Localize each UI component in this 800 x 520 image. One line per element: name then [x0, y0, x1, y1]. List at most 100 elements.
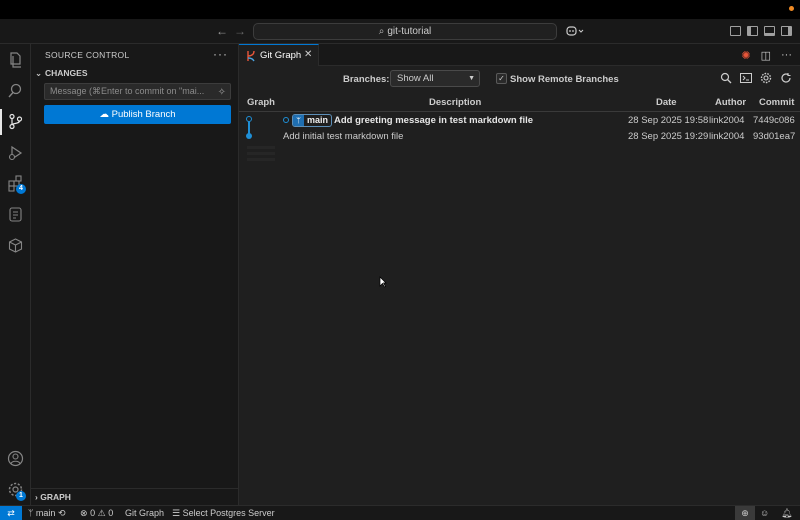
branches-label: Branches: — [343, 74, 390, 85]
branch-name: main — [35, 508, 56, 518]
show-remote-branches-label[interactable]: Show Remote Branches — [510, 74, 619, 85]
status-bar: ⇄ ᛘ main ⟲ ⊗ 0 ⚠ 0 Git Graph ☰ Select Po… — [0, 505, 800, 520]
tab-git-graph[interactable]: Git Graph ✕ — [239, 44, 319, 66]
branch-icon: ᛘ — [28, 508, 34, 518]
tab-bar: Git Graph ✕ ✺ ◫ ··· — [239, 44, 800, 66]
cloud-upload-icon: ☁ — [99, 109, 109, 120]
postgres-status[interactable]: ☰ Select Postgres Server — [172, 508, 275, 519]
warning-count: 0 — [108, 508, 114, 518]
split-editor-icon[interactable]: ◫ — [761, 49, 771, 62]
active-indicator — [0, 109, 2, 135]
sidebar-title: SOURCE CONTROL — [45, 50, 130, 60]
commit-date: 28 Sep 2025 19:29 — [628, 131, 709, 142]
ai-sparkle-icon[interactable]: ✺ — [741, 49, 750, 62]
commit-hash: 93d01ea7 — [753, 131, 796, 142]
date-column-header: Date — [656, 97, 677, 108]
editor-area: Git Graph ✕ ✺ ◫ ··· Branches: Show All ▼… — [239, 44, 800, 505]
git-graph-controls: Branches: Show All ▼ ✓ Show Remote Branc… — [239, 66, 800, 93]
description-column-header: Description — [429, 97, 482, 108]
settings-badge: 1 — [16, 491, 26, 501]
more-actions-icon[interactable]: ··· — [213, 47, 228, 61]
graph-section-label: GRAPH — [40, 492, 71, 502]
workspace-name: git-tutorial — [387, 26, 432, 37]
publish-branch-label: Publish Branch — [111, 109, 176, 120]
commit-hash: 7449c086 — [753, 115, 795, 126]
branches-value: Show All — [397, 73, 434, 84]
arrow-left-icon[interactable]: ← — [216, 24, 228, 38]
dropdown-caret-icon: ▼ — [468, 75, 475, 82]
package-icon[interactable] — [7, 237, 24, 254]
arrow-right-icon[interactable]: → — [234, 24, 246, 38]
search-icon: ⌕ — [378, 26, 385, 37]
extensions-badge: 4 — [16, 184, 26, 194]
commit-message-placeholder: Message (⌘Enter to commit on "mai... — [50, 86, 205, 96]
commit-description: Add initial test markdown file — [283, 131, 404, 142]
database-icon: ☰ — [172, 508, 181, 518]
copilot-status-icon[interactable]: ☺ — [760, 508, 769, 518]
head-indicator — [283, 117, 289, 123]
title-bar: ← → ⌕ git-tutorial — [0, 19, 800, 44]
tab-label: Git Graph — [260, 50, 302, 61]
sparkle-icon[interactable]: ✧ — [218, 85, 226, 99]
source-control-icon[interactable] — [7, 113, 24, 130]
publish-branch-button[interactable]: ☁ Publish Branch — [44, 105, 231, 124]
graph-placeholder — [247, 146, 275, 161]
refresh-icon[interactable] — [780, 72, 792, 84]
more-actions-icon[interactable]: ··· — [781, 49, 792, 62]
find-icon[interactable] — [720, 72, 732, 84]
toggle-panel-icon[interactable] — [764, 26, 775, 36]
graph-section-header[interactable]: › GRAPH — [35, 492, 71, 502]
activity-bar: 4 1 — [0, 44, 31, 505]
toggle-primary-sidebar-icon[interactable] — [747, 26, 758, 36]
changes-label: CHANGES — [45, 68, 88, 78]
commit-table-header: Graph Description Date Author Commit — [239, 93, 800, 112]
error-count: 0 — [90, 508, 96, 518]
changes-section-header[interactable]: ⌄ CHANGES — [35, 68, 88, 79]
sync-icon: ⟲ — [57, 508, 66, 518]
run-debug-icon[interactable] — [7, 144, 24, 161]
source-control-sidebar: SOURCE CONTROL ··· ⌄ CHANGES Message (⌘En… — [31, 44, 239, 505]
commit-date: 28 Sep 2025 19:58 — [628, 115, 709, 126]
chevron-right-icon: › — [35, 492, 38, 502]
command-center-search[interactable]: ⌕ git-tutorial — [253, 23, 557, 40]
table-row[interactable]: Add initial test markdown file 28 Sep 20… — [239, 129, 800, 145]
remote-indicator-icon[interactable]: ⇄ — [0, 506, 22, 520]
search-icon[interactable] — [7, 82, 24, 99]
show-remote-branches-checkbox[interactable]: ✓ — [496, 73, 507, 84]
notification-dot — [789, 6, 794, 11]
layout-icon[interactable] — [730, 26, 741, 36]
branch-ref-badge[interactable]: ᛘ main — [292, 114, 333, 127]
author-column-header: Author — [715, 97, 747, 108]
toggle-secondary-sidebar-icon[interactable] — [781, 26, 792, 36]
copilot-icon[interactable] — [566, 25, 584, 37]
postgres-label: Select Postgres Server — [182, 508, 275, 518]
commit-message-input[interactable]: Message (⌘Enter to commit on "mai... ✧ — [44, 83, 231, 100]
zoom-icon[interactable]: ⊕ — [735, 506, 755, 520]
close-icon[interactable]: ✕ — [304, 49, 312, 60]
terminal-icon[interactable] — [740, 72, 752, 84]
commit-author: link2004 — [709, 115, 745, 126]
branch-status[interactable]: ᛘ main ⟲ — [28, 508, 66, 519]
branches-dropdown[interactable]: Show All ▼ — [390, 70, 480, 87]
branch-icon: ᛘ — [293, 115, 304, 126]
account-icon[interactable] — [7, 450, 24, 467]
commit-column-header: Commit — [759, 97, 795, 108]
error-icon: ⊗ — [80, 508, 88, 518]
divider — [31, 488, 239, 489]
commit-description: Add greeting message in test markdown fi… — [334, 115, 534, 126]
warning-icon: ⚠ — [97, 508, 106, 518]
bell-icon[interactable]: 🔔︎ — [781, 508, 792, 519]
remote-explorer-icon[interactable] — [7, 206, 24, 223]
mouse-cursor-icon — [379, 276, 387, 288]
top-strip — [0, 0, 800, 19]
git-graph-icon — [247, 50, 255, 62]
branch-ref-label: main — [307, 115, 329, 125]
graph-column-header: Graph — [247, 97, 275, 108]
problems-status[interactable]: ⊗ 0 ⚠ 0 — [80, 508, 113, 519]
explorer-icon[interactable] — [7, 51, 24, 68]
table-row[interactable]: ᛘ main Add greeting message in test mark… — [239, 113, 800, 129]
commit-author: link2004 — [709, 131, 745, 142]
settings-gear-icon[interactable] — [760, 72, 772, 84]
chevron-down-icon: ⌄ — [35, 68, 43, 78]
git-graph-status[interactable]: Git Graph — [125, 508, 164, 518]
